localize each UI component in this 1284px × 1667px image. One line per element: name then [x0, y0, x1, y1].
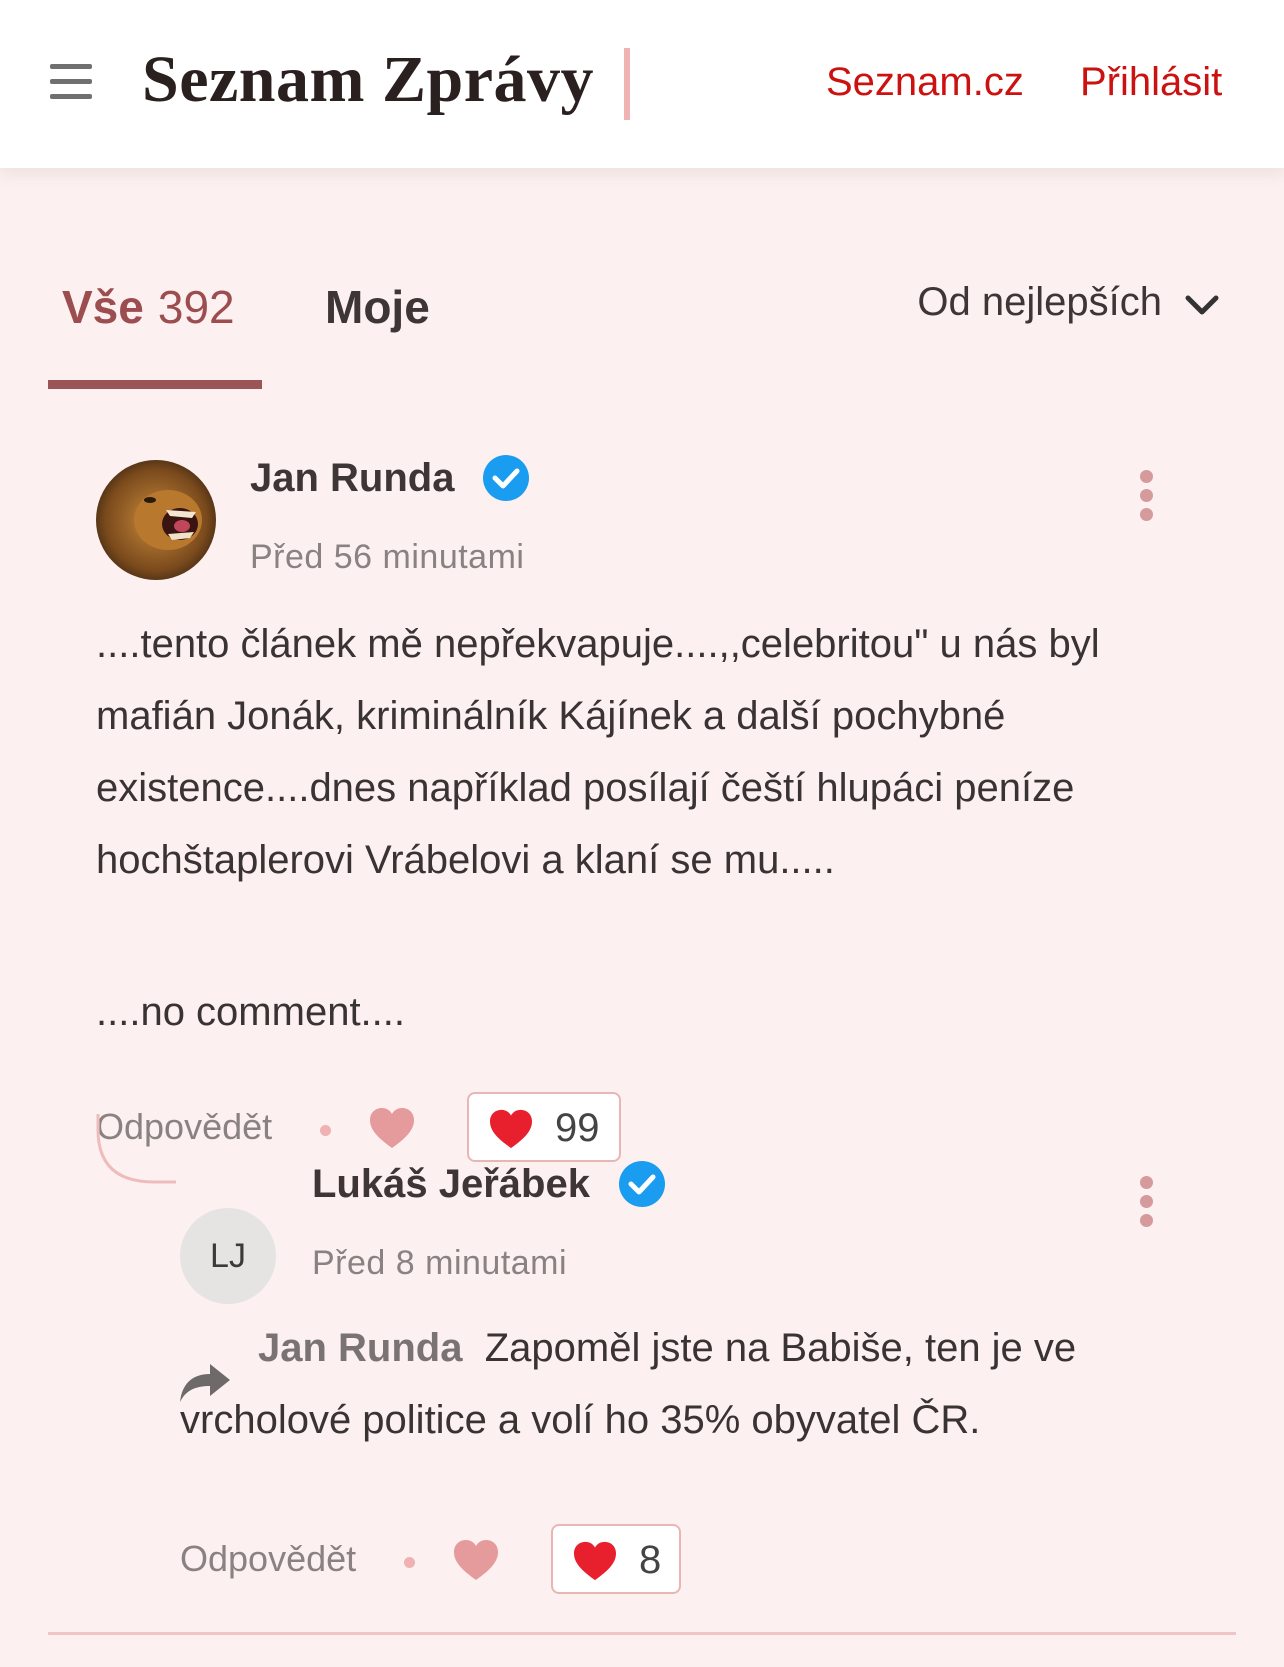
- section-divider: [48, 1632, 1236, 1635]
- sort-dropdown[interactable]: Od nejlepších: [917, 280, 1162, 325]
- more-vertical-icon[interactable]: [1138, 1176, 1154, 1228]
- login-link[interactable]: Přihlásit: [1080, 60, 1222, 105]
- seznam-link[interactable]: Seznam.cz: [826, 60, 1024, 105]
- tab-all[interactable]: Vše 392: [62, 280, 235, 334]
- verified-check-icon: [619, 1161, 665, 1207]
- like-count: 8: [639, 1538, 662, 1582]
- hamburger-menu-icon[interactable]: [50, 64, 92, 100]
- site-logo[interactable]: Seznam Zprávy: [142, 42, 594, 118]
- chevron-down-icon[interactable]: [1182, 290, 1222, 320]
- logo-accent-bar: [624, 48, 630, 120]
- mention-link[interactable]: Jan Runda: [258, 1326, 462, 1370]
- comment-time: Před 56 minutami: [250, 538, 525, 576]
- top-header: Seznam Zprávy Seznam.cz Přihlásit: [0, 0, 1284, 168]
- comment-author[interactable]: Jan Runda: [250, 456, 454, 501]
- comments-section: Vše 392 Moje Od nejlepších Jan Runda Pře…: [0, 168, 1284, 1667]
- tab-all-count: 392: [157, 281, 235, 333]
- avatar[interactable]: LJ: [180, 1208, 276, 1304]
- comment-text-paragraph: ....no comment....: [96, 990, 406, 1034]
- heart-icon[interactable]: [368, 1106, 416, 1150]
- verified-check-icon: [483, 455, 529, 501]
- comment-time: Před 8 minutami: [312, 1244, 568, 1282]
- avatar[interactable]: [96, 460, 216, 580]
- comment-text: ....tento článek mě nepřekvapuje....,,ce…: [96, 622, 1100, 882]
- like-count: 99: [555, 1106, 600, 1150]
- reply-text: Jan Runda Zapoměl jste na Babiše, ten je…: [180, 1312, 1200, 1456]
- like-count-button[interactable]: 8: [551, 1524, 681, 1594]
- thread-connector: [96, 1114, 176, 1184]
- more-vertical-icon[interactable]: [1138, 470, 1154, 522]
- separator-dot: [404, 1557, 415, 1568]
- active-tab-indicator: [48, 380, 262, 389]
- comment-author[interactable]: Lukáš Jeřábek: [312, 1162, 590, 1207]
- reply-button[interactable]: Odpovědět: [180, 1538, 356, 1580]
- like-count-button[interactable]: 99: [467, 1092, 621, 1162]
- tab-mine[interactable]: Moje: [325, 280, 430, 334]
- separator-dot: [320, 1125, 331, 1136]
- lion-avatar-image: [96, 460, 216, 580]
- heart-icon: [490, 1109, 532, 1149]
- heart-icon[interactable]: [452, 1538, 500, 1582]
- heart-icon: [574, 1541, 616, 1581]
- tab-all-label: Vše: [62, 281, 144, 333]
